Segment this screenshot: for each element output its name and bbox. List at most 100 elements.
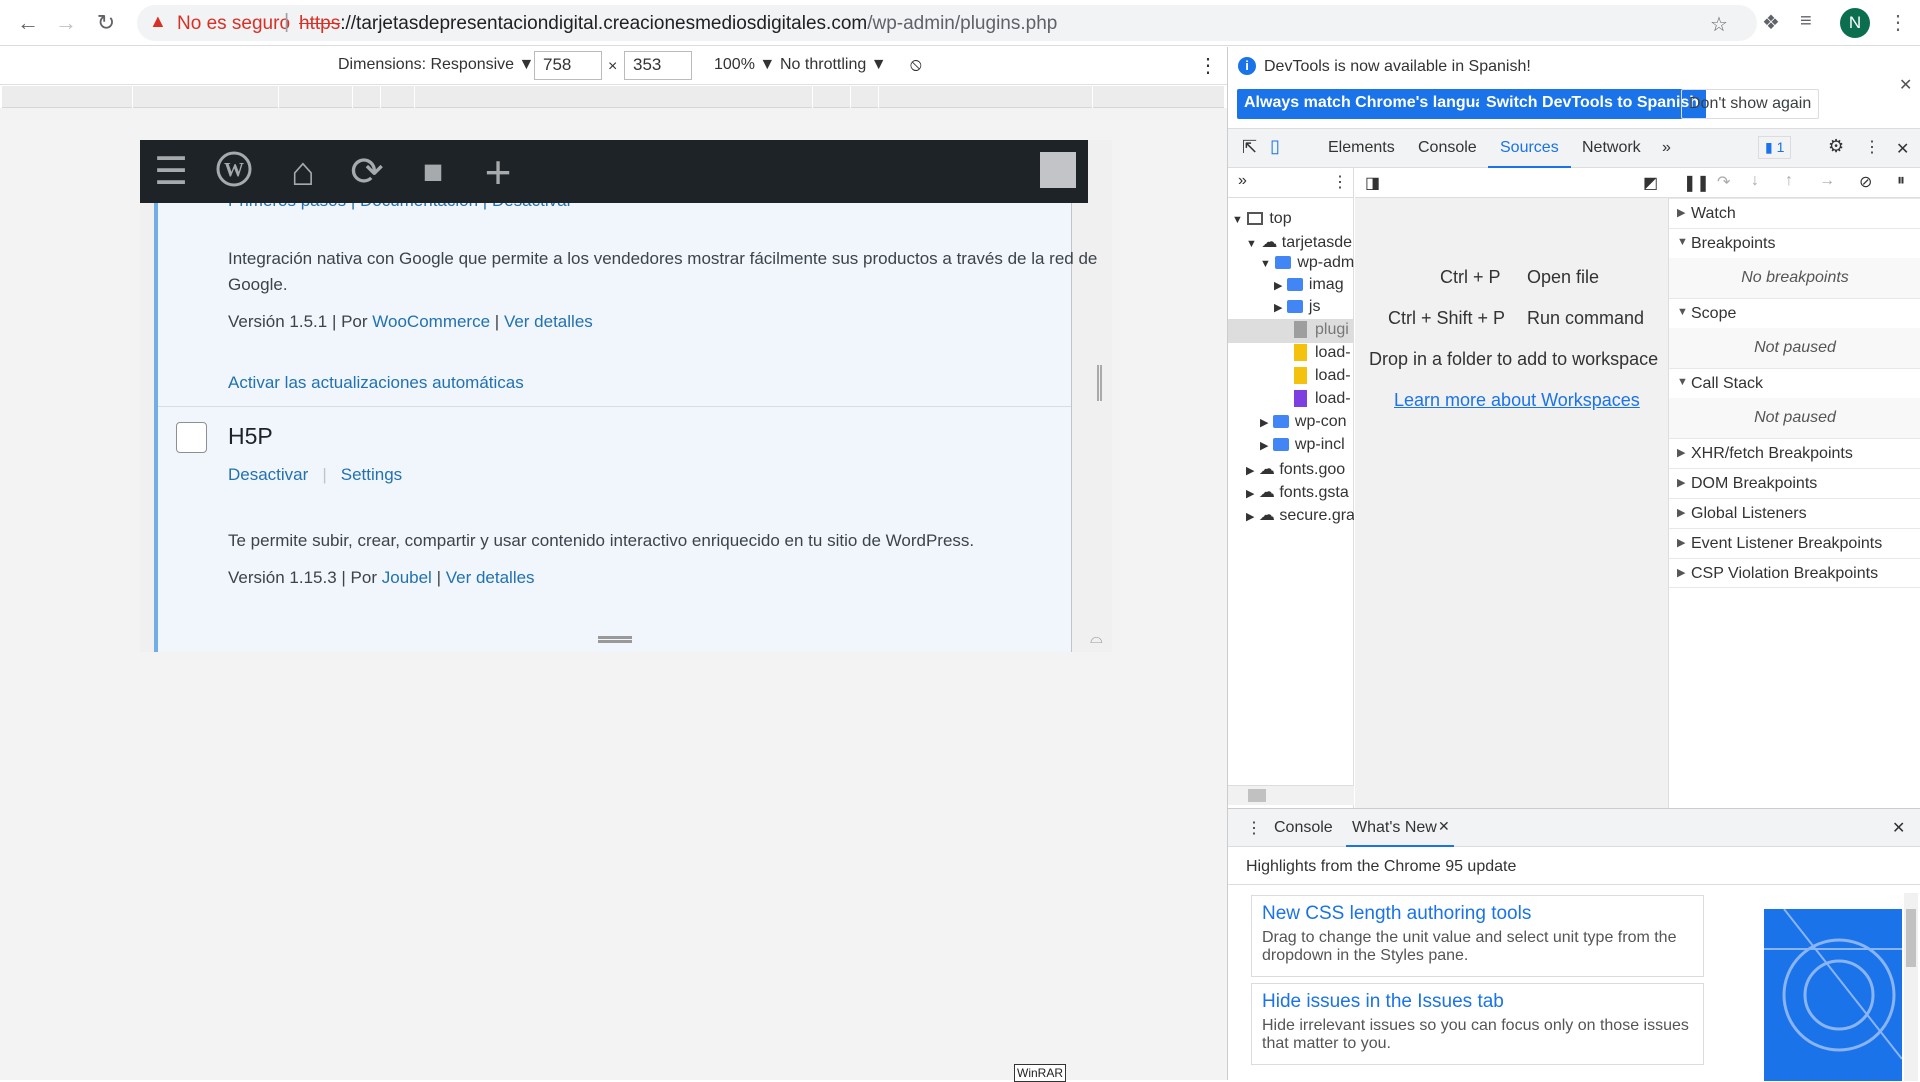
step-into-icon[interactable]: ↓ <box>1751 172 1759 190</box>
height-input[interactable]: 353 <box>624 51 692 80</box>
corner-resize-icon[interactable]: ⌓ <box>1090 630 1103 648</box>
navigator-menu-icon[interactable]: ⋮ <box>1332 172 1348 192</box>
page-scrollbar[interactable] <box>1097 365 1102 401</box>
tree-plugins-file[interactable]: plugi <box>1294 321 1354 339</box>
call-stack-section[interactable]: ▼ Call Stack <box>1669 368 1920 398</box>
tab-elements[interactable]: Elements <box>1328 139 1395 157</box>
tree-domain[interactable]: ▼ ☁ tarjetasde <box>1246 232 1354 252</box>
card2-title[interactable]: Hide issues in the Issues tab <box>1262 991 1693 1013</box>
reload-icon[interactable]: ↻ <box>92 9 120 37</box>
tree-wp-admin[interactable]: ▼ wp-adm <box>1260 254 1354 272</box>
plugin2-details-link[interactable]: Ver detalles <box>446 568 535 587</box>
forward-arrow-icon[interactable]: → <box>52 9 80 37</box>
toggle-debugger-icon[interactable]: ◩ <box>1643 173 1658 193</box>
comments-icon[interactable]: ■ <box>408 150 458 194</box>
home-icon[interactable]: ⌂ <box>278 150 328 194</box>
plugin2-settings-link[interactable]: Settings <box>341 465 402 484</box>
width-input[interactable]: 758 <box>534 51 602 80</box>
switch-to-spanish-button[interactable]: Switch DevTools to Spanish <box>1479 89 1707 119</box>
security-label: No es seguro <box>177 13 291 34</box>
throttling-dropdown[interactable]: No throttling ▼ <box>780 56 887 74</box>
issues-badge[interactable]: ▮ 1 <box>1758 136 1792 159</box>
tab-console[interactable]: Console <box>1418 139 1477 157</box>
close-drawer-icon[interactable]: ✕ <box>1892 818 1905 838</box>
scope-section[interactable]: ▼ Scope <box>1669 298 1920 328</box>
device-toggle-icon[interactable]: ▯ <box>1270 136 1280 157</box>
scope-not-paused-text: Not paused <box>1669 328 1920 368</box>
plugin2-deactivate-link[interactable]: Desactivar <box>228 465 308 484</box>
inspect-element-icon[interactable]: ⇱ <box>1242 137 1257 158</box>
device-options-icon[interactable]: ⋮ <box>1198 53 1218 78</box>
tree-load-file-2[interactable]: load- <box>1294 367 1354 385</box>
tree-js[interactable]: ▶ js <box>1274 298 1354 316</box>
close-whats-new-icon[interactable]: ✕ <box>1438 818 1450 835</box>
plugin2-checkbox[interactable] <box>176 422 207 453</box>
tree-load-file-3[interactable]: load- <box>1294 390 1354 408</box>
back-arrow-icon[interactable]: ← <box>14 9 42 37</box>
drawer-menu-icon[interactable]: ⋮ <box>1246 818 1262 838</box>
tree-wp-content[interactable]: ▶ wp-con <box>1260 413 1354 431</box>
toggle-navigator-icon[interactable]: ◨ <box>1365 173 1380 193</box>
extensions-icon[interactable]: ❖ <box>1762 10 1780 35</box>
learn-workspaces-link[interactable]: Learn more about Workspaces <box>1394 390 1640 411</box>
kebab-menu-icon[interactable]: ⋮ <box>1888 10 1908 35</box>
new-content-icon[interactable]: + <box>473 149 523 195</box>
reading-list-icon[interactable]: ≡ <box>1800 10 1812 33</box>
xhr-breakpoints-section[interactable]: ▶ XHR/fetch Breakpoints <box>1669 438 1920 468</box>
plugin2-author-link[interactable]: Joubel <box>382 568 432 587</box>
global-listeners-section[interactable]: ▶ Global Listeners <box>1669 498 1920 528</box>
whats-new-card-hide-issues[interactable]: Hide issues in the Issues tab Hide irrel… <box>1251 983 1704 1065</box>
wordpress-logo-icon[interactable]: W <box>209 150 259 197</box>
step-icon[interactable]: → <box>1819 172 1835 190</box>
pause-on-exceptions-icon[interactable]: ⏸ <box>1897 172 1905 190</box>
user-avatar[interactable] <box>1040 152 1076 188</box>
always-match-language-button[interactable]: Always match Chrome's language <box>1237 89 1510 119</box>
navigator-hscrollbar[interactable] <box>1228 785 1354 805</box>
tree-fonts-gstatic[interactable]: ▶ ☁ fonts.gsta <box>1246 482 1354 502</box>
updates-icon[interactable]: ⟳ <box>342 150 392 194</box>
more-panes-icon[interactable]: » <box>1238 172 1247 190</box>
watch-section[interactable]: ▶ Watch <box>1669 198 1920 228</box>
profile-avatar[interactable]: N <box>1840 8 1870 38</box>
plugin1-autoupdate-link[interactable]: Activar las actualizaciones automáticas <box>228 373 524 393</box>
tree-images[interactable]: ▶ imag <box>1274 276 1354 294</box>
event-listener-breakpoints-section[interactable]: ▶ Event Listener Breakpoints <box>1669 528 1920 558</box>
csp-breakpoints-section[interactable]: ▶ CSP Violation Breakpoints <box>1669 558 1920 588</box>
zoom-dropdown[interactable]: 100% ▼ <box>714 56 775 74</box>
pause-icon[interactable]: ❚❚ <box>1683 173 1710 193</box>
step-over-icon[interactable]: ↷ <box>1717 172 1730 192</box>
plugin1-details-link[interactable]: Ver detalles <box>504 312 593 331</box>
more-tabs-icon[interactable]: » <box>1662 139 1671 157</box>
tree-top[interactable]: ▼ top <box>1232 210 1292 228</box>
drawer-scrollbar[interactable] <box>1904 893 1918 1081</box>
breakpoints-section[interactable]: ▼ Breakpoints <box>1669 228 1920 258</box>
devtools-menu-icon[interactable]: ⋮ <box>1864 137 1880 157</box>
drawer-tab-whats-new[interactable]: What's New <box>1352 819 1437 837</box>
resize-handle[interactable] <box>598 636 632 643</box>
tree-fonts-googleapis[interactable]: ▶ ☁ fonts.goo <box>1246 459 1354 479</box>
rotate-icon[interactable]: ⦸ <box>910 54 922 75</box>
hamburger-menu-icon[interactable]: ☰ <box>146 150 196 194</box>
dimensions-dropdown[interactable]: Dimensions: Responsive ▼ <box>338 56 534 74</box>
star-icon[interactable]: ☆ <box>1710 12 1728 37</box>
devtools-panel: i DevTools is now available in Spanish! … <box>1227 47 1920 1081</box>
whats-new-card-css-length[interactable]: New CSS length authoring tools Drag to c… <box>1251 895 1704 977</box>
media-query-ruler[interactable] <box>2 86 1224 108</box>
drawer-tab-console[interactable]: Console <box>1274 819 1333 837</box>
address-bar[interactable]: ▲ No es seguro | https://tarjetasdeprese… <box>137 5 1757 41</box>
tab-sources[interactable]: Sources <box>1500 139 1559 157</box>
step-out-icon[interactable]: ↑ <box>1785 172 1793 190</box>
tab-network[interactable]: Network <box>1582 139 1641 157</box>
tree-load-file-1[interactable]: load- <box>1294 344 1354 362</box>
url-text[interactable]: https://tarjetasdepresentaciondigital.cr… <box>299 13 1057 35</box>
dont-show-again-button[interactable]: Don't show again <box>1681 89 1820 119</box>
close-infobar-icon[interactable]: ✕ <box>1899 75 1912 95</box>
deactivate-breakpoints-icon[interactable]: ⊘ <box>1859 172 1872 192</box>
card1-title[interactable]: New CSS length authoring tools <box>1262 903 1693 925</box>
close-devtools-icon[interactable]: ✕ <box>1896 139 1909 159</box>
dom-breakpoints-section[interactable]: ▶ DOM Breakpoints <box>1669 468 1920 498</box>
settings-gear-icon[interactable]: ⚙ <box>1828 136 1844 157</box>
tree-wp-includes[interactable]: ▶ wp-incl <box>1260 436 1354 454</box>
tree-secure-gravatar[interactable]: ▶ ☁ secure.gra <box>1246 505 1354 525</box>
plugin1-author-link[interactable]: WooCommerce <box>372 312 490 331</box>
